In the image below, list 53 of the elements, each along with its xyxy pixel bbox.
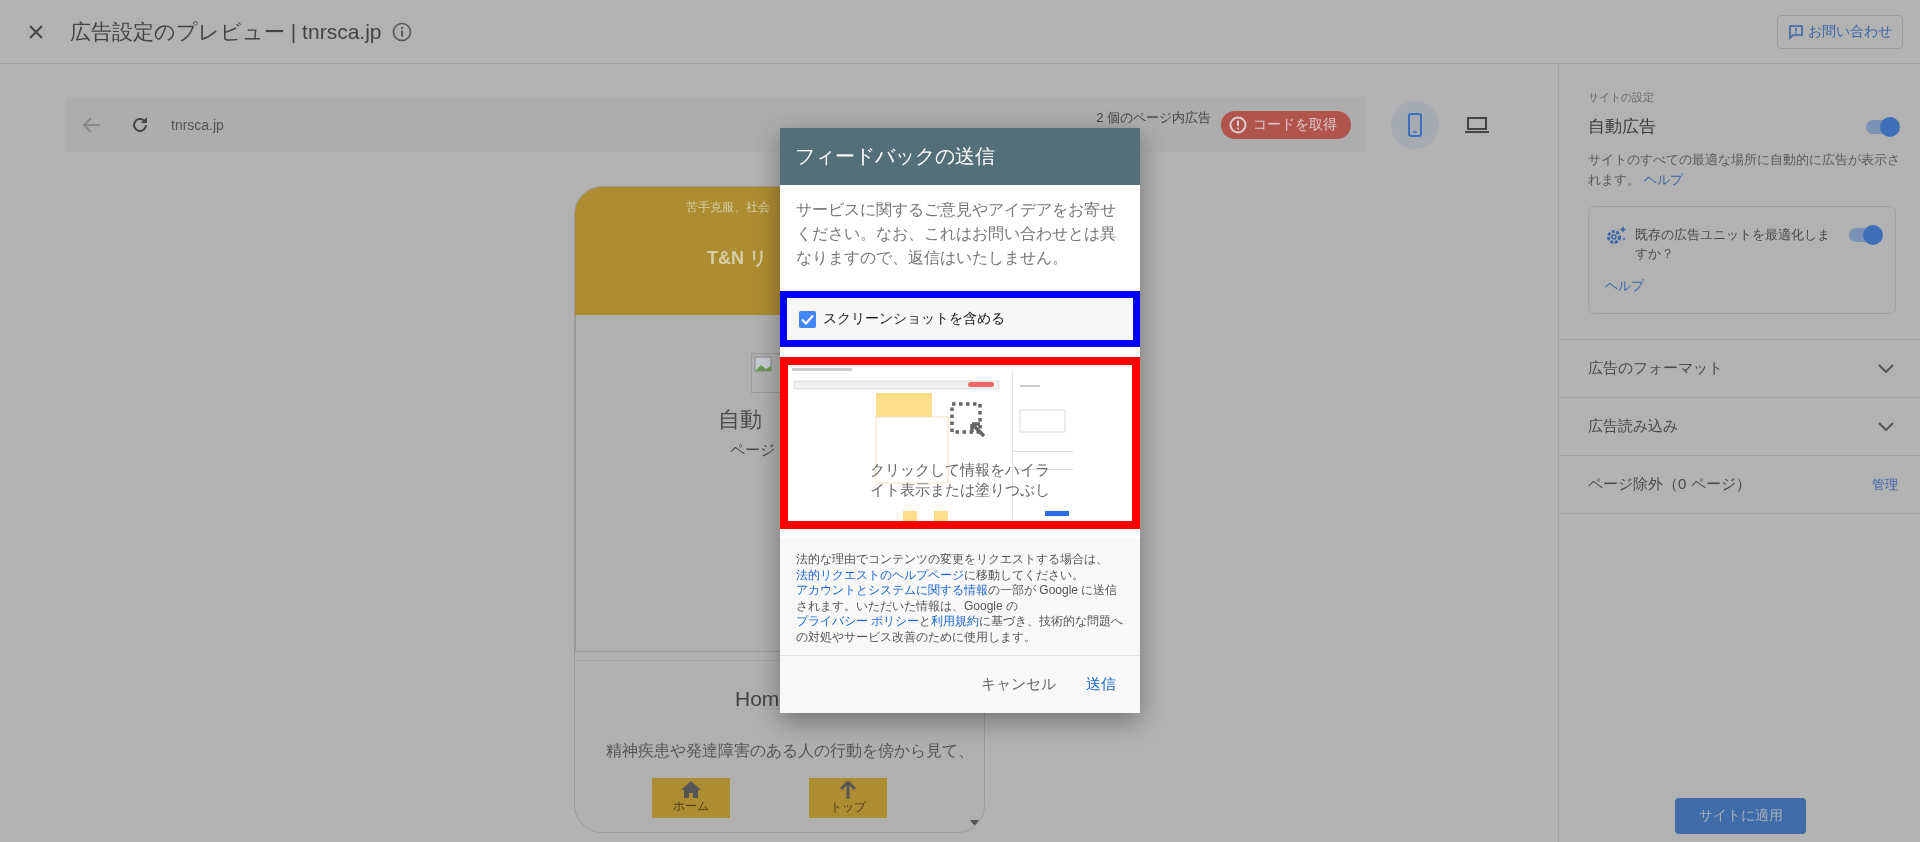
- auto-ads-title: 自動広告: [1588, 116, 1656, 138]
- auto-ads-description: サイトのすべての最適な場所に自動的に広告が表示されます。 ヘルプ: [1587, 151, 1901, 189]
- laptop-icon: [1465, 115, 1489, 134]
- highlight-hint: クリックして情報をハイライト表示または塗りつぶし: [869, 460, 1051, 500]
- card-text: 精神疾患や発達障害のある人の行動を傍から見て、: [606, 741, 975, 761]
- optimize-text: 既存の広告ユニットを最適化しますか？: [1635, 226, 1831, 263]
- site-tagline: 苦手克服、社会: [686, 199, 770, 216]
- site-title: T&N リ: [707, 247, 767, 270]
- dialog-button[interactable]: キャンセル: [971, 667, 1066, 702]
- settings-row[interactable]: 広告読み込み: [1559, 398, 1920, 456]
- device-toggle[interactable]: [1391, 100, 1439, 149]
- feedback-icon: [1788, 23, 1804, 40]
- scroll-down-icon[interactable]: [970, 820, 980, 826]
- help-link[interactable]: ヘルプ: [1643, 172, 1683, 187]
- row-label: 広告読み込み: [1588, 417, 1678, 436]
- toggle-switch[interactable]: [1847, 225, 1883, 245]
- dialog-description: サービスに関するご意見やアイデアをお寄せください。なお、これはお問い合わせとは異なりますので、返信はいたしません。: [795, 200, 1117, 268]
- highlight-select-icon: [950, 402, 986, 438]
- manage-link[interactable]: 管理: [1872, 475, 1898, 494]
- ad-subheading: ページ: [730, 441, 775, 460]
- nav-button[interactable]: トップ: [809, 778, 887, 818]
- nav-button[interactable]: ホーム: [652, 778, 730, 818]
- policy-link[interactable]: 利用規約: [931, 614, 980, 628]
- close-icon[interactable]: [28, 23, 44, 40]
- card-title: Hom: [735, 687, 780, 711]
- row-label: 広告のフォーマット: [1588, 359, 1723, 378]
- ad-heading: 自動: [718, 406, 762, 434]
- contact-button[interactable]: お問い合わせ: [1777, 14, 1903, 49]
- policy-link[interactable]: プライバシー ポリシー: [796, 614, 920, 628]
- page-title: 広告設定のプレビュー | tnrsca.jp: [70, 18, 382, 45]
- phone-icon: [1407, 112, 1423, 137]
- dialog-title: フィードバックの送信: [780, 128, 1140, 185]
- dialog-button[interactable]: 送信: [1076, 667, 1126, 702]
- home-icon: [681, 781, 701, 798]
- settings-row[interactable]: 広告のフォーマット: [1559, 340, 1920, 398]
- ad-count-text: 2 個のページ内広告: [1096, 110, 1211, 125]
- up-arrow-icon: [840, 780, 856, 799]
- url-text: tnrsca.jp: [171, 116, 224, 133]
- section-label: サイトの設定: [1587, 90, 1655, 105]
- get-code-button[interactable]: コードを取得: [1221, 110, 1351, 139]
- checkbox[interactable]: [799, 310, 816, 328]
- reload-icon[interactable]: [131, 115, 149, 134]
- info-icon[interactable]: [391, 21, 412, 42]
- legal-notice: 法的な理由でコンテンツの変更をリクエストする場合は、 法的リクエストのヘルプページに移動してください。 アカウントとシステムに関する情報の一部が Google に送信されます。いただいた情報は、Google の プライバシー ポリシー と利用規約に基づき、技術的な問題への対処やサービス改善のために使用します。: [780, 538, 1140, 655]
- row-label: ページ除外（0 ページ）: [1588, 475, 1751, 494]
- gear-sparkle-icon: [1605, 225, 1627, 247]
- help-link[interactable]: ヘルプ: [1605, 277, 1644, 295]
- policy-link[interactable]: アカウントとシステムに関する情報: [796, 583, 988, 597]
- apply-button[interactable]: サイトに適用: [1675, 798, 1806, 834]
- checkbox-label: スクリーンショットを含める: [823, 310, 1005, 328]
- alert-icon: [1229, 115, 1247, 134]
- toggle-switch[interactable]: [1864, 116, 1900, 137]
- policy-link[interactable]: 法的リクエストのヘルプページ: [796, 567, 964, 582]
